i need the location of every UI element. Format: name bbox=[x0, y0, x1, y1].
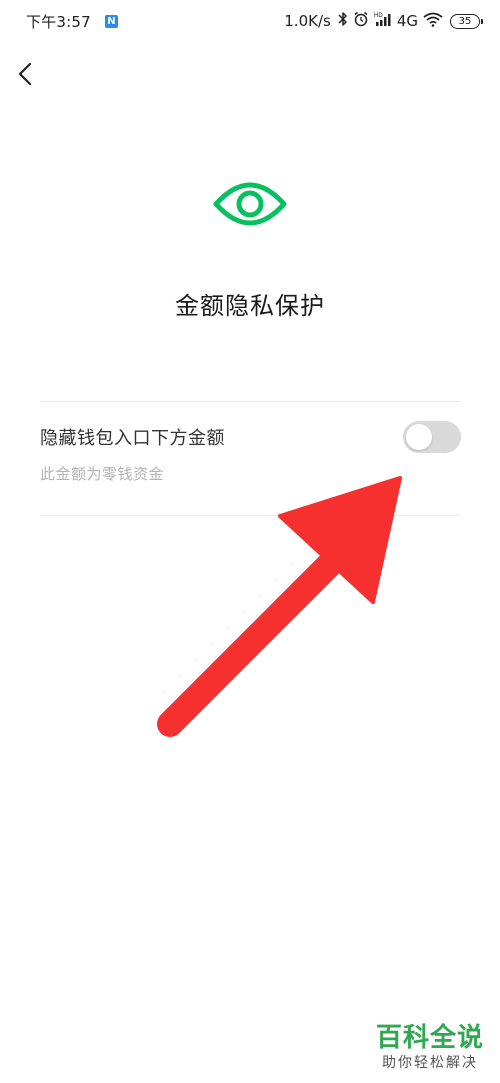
wallet-privacy-screen: 下午3:57 N 1.0K/s HD 4G 35 金额隐私保护 隐藏钱包入口下方… bbox=[0, 0, 500, 1083]
hide-amount-label: 隐藏钱包入口下方金额 bbox=[40, 428, 225, 449]
divider-top bbox=[40, 401, 460, 402]
watermark-sub: 助你轻松解决 bbox=[381, 1055, 478, 1071]
alarm-icon bbox=[353, 11, 369, 31]
chevron-left-icon bbox=[18, 62, 32, 86]
network-type: 4G bbox=[396, 12, 418, 30]
svg-text:HD: HD bbox=[374, 13, 383, 19]
annotation-arrow bbox=[157, 476, 402, 737]
status-bar: 下午3:57 N 1.0K/s HD 4G 35 bbox=[0, 0, 500, 42]
status-left: 下午3:57 N bbox=[26, 11, 118, 32]
watermark-main: 百科全说 bbox=[375, 1023, 484, 1053]
eye-icon bbox=[212, 176, 288, 232]
battery-indicator: 35 bbox=[450, 13, 483, 29]
toggle-knob bbox=[406, 424, 432, 450]
divider-bottom bbox=[40, 515, 460, 516]
back-button[interactable] bbox=[10, 58, 42, 90]
status-right: 1.0K/s HD 4G 35 bbox=[284, 11, 483, 31]
wifi-icon bbox=[423, 12, 443, 31]
hide-amount-toggle[interactable] bbox=[403, 421, 461, 453]
signal-icon: HD bbox=[374, 11, 392, 31]
status-time: 下午3:57 bbox=[26, 13, 91, 31]
watermark-logo: 百科全说 助你轻松解决 bbox=[376, 1023, 484, 1073]
notification-app-icon: N bbox=[104, 15, 118, 28]
network-speed: 1.0K/s bbox=[284, 12, 331, 30]
hide-amount-description: 此金额为零钱资金 bbox=[40, 465, 165, 483]
page-title: 金额隐私保护 bbox=[175, 292, 325, 320]
bluetooth-icon bbox=[338, 11, 348, 31]
